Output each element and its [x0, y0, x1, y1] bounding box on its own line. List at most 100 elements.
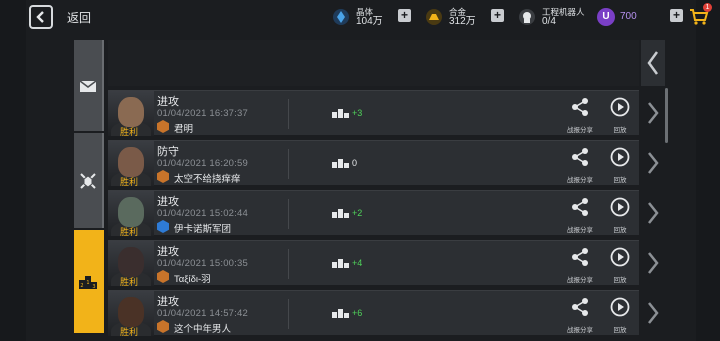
share-label: 战报分享	[567, 277, 593, 284]
share-label: 战报分享	[567, 127, 593, 134]
chevron-right-icon	[648, 151, 659, 174]
tab-mail[interactable]	[74, 40, 104, 131]
list-item[interactable]: 胜利 防守 01/04/2021 16:20:59 太空不给挠痒痒 0 战报分享…	[108, 140, 639, 186]
play-icon	[610, 247, 630, 267]
replay-label: 回放	[613, 227, 627, 234]
replay-button[interactable]: 回放	[603, 247, 637, 284]
crystal-value: 104万	[356, 16, 383, 27]
blue-rank-icon	[157, 220, 169, 233]
replay-button[interactable]: 回放	[603, 97, 637, 134]
result-label: 胜利	[120, 127, 139, 136]
avatar[interactable]: 胜利	[108, 141, 154, 186]
play-icon	[610, 297, 630, 317]
share-label: 战报分享	[567, 177, 593, 184]
share-label: 战报分享	[567, 327, 593, 334]
share-button[interactable]: 战报分享	[563, 247, 597, 284]
cart-badge: 1	[703, 3, 712, 12]
divider	[288, 149, 289, 179]
battle-crest-icon	[80, 172, 96, 189]
podium-icon	[332, 209, 349, 218]
alloy-icon	[424, 7, 444, 27]
podium-icon	[332, 159, 349, 168]
alloy-resource: 合金 312万	[424, 4, 476, 30]
divider	[288, 99, 289, 129]
share-icon	[572, 148, 588, 166]
chevron-left-icon	[36, 11, 44, 23]
result-label: 胜利	[120, 177, 139, 186]
list-item[interactable]: 胜利 进攻 01/04/2021 16:37:37 君明 +3 战报分享 回放	[108, 90, 639, 136]
share-button[interactable]: 战报分享	[563, 147, 597, 184]
bronze-rank-icon	[157, 170, 169, 183]
avatar[interactable]: 胜利	[108, 291, 154, 336]
rank-delta: +2	[352, 208, 363, 218]
replay-label: 回放	[613, 277, 627, 284]
row-expand-button[interactable]	[641, 90, 665, 135]
share-icon	[572, 298, 588, 316]
share-icon	[572, 98, 588, 116]
share-icon	[572, 248, 588, 266]
chevron-right-icon	[648, 101, 659, 124]
add-premium-button[interactable]: +	[670, 9, 683, 22]
rank-delta: +4	[352, 258, 363, 268]
scrollbar[interactable]	[665, 88, 668, 143]
row-expand-button[interactable]	[641, 140, 665, 185]
play-icon	[610, 197, 630, 217]
podium-icon: 2 13	[79, 275, 97, 290]
battle-time: 01/04/2021 14:57:42	[157, 308, 248, 319]
list-item[interactable]: 胜利 进攻 01/04/2021 14:57:42 这个中年男人 +6 战报分享…	[108, 290, 639, 336]
alloy-value: 312万	[449, 16, 476, 27]
play-icon	[610, 147, 630, 167]
battle-type: 防守	[157, 146, 179, 158]
top-bar: 返回 晶体 104万 + 合金 312万 + 工程机器人 0/4 U 700 + 1	[0, 0, 720, 33]
battle-type: 进攻	[157, 196, 179, 208]
robot-value: 0/4	[542, 16, 556, 27]
list-header-strip	[108, 40, 639, 86]
battle-time: 01/04/2021 16:37:37	[157, 108, 248, 119]
battle-time: 01/04/2021 15:00:35	[157, 258, 248, 269]
share-icon	[572, 198, 588, 216]
robot-icon	[517, 7, 537, 27]
add-alloy-button[interactable]: +	[491, 9, 504, 22]
list-item[interactable]: 胜利 进攻 01/04/2021 15:02:44 伊卡诺斯军团 +2 战报分享…	[108, 190, 639, 236]
share-button[interactable]: 战报分享	[563, 197, 597, 234]
battle-type: 进攻	[157, 246, 179, 258]
mail-icon	[79, 79, 97, 92]
tab-battle[interactable]	[74, 133, 104, 228]
rank-delta: +6	[352, 308, 363, 318]
row-expand-button[interactable]	[641, 290, 665, 335]
premium-coin-icon: U	[597, 8, 615, 26]
add-crystal-button[interactable]: +	[398, 9, 411, 22]
avatar[interactable]: 胜利	[108, 191, 154, 236]
opponent-name: 太空不给挠痒痒	[174, 174, 241, 185]
chevron-left-icon	[647, 51, 659, 75]
back-label[interactable]: 返回	[67, 9, 91, 26]
replay-button[interactable]: 回放	[603, 197, 637, 234]
back-button[interactable]	[29, 5, 53, 29]
replay-button[interactable]: 回放	[603, 147, 637, 184]
replay-label: 回放	[613, 327, 627, 334]
avatar[interactable]: 胜利	[108, 91, 154, 136]
list-item[interactable]: 胜利 进攻 01/04/2021 15:00:35 Ταξίδι-羽 +4 战报…	[108, 240, 639, 286]
battle-time: 01/04/2021 16:20:59	[157, 158, 248, 169]
result-label: 胜利	[120, 277, 139, 286]
share-button[interactable]: 战报分享	[563, 297, 597, 334]
opponent-name: 君明	[174, 124, 194, 135]
replay-label: 回放	[613, 177, 627, 184]
crystal-icon	[331, 7, 351, 27]
podium-icon	[332, 109, 349, 118]
podium-icon	[332, 259, 349, 268]
bronze-rank-icon	[157, 320, 169, 333]
opponent-name: Ταξίδι-羽	[174, 274, 211, 285]
row-expand-button[interactable]	[641, 190, 665, 235]
replay-button[interactable]: 回放	[603, 297, 637, 334]
row-expand-button[interactable]	[641, 240, 665, 285]
robot-resource: 工程机器人 0/4	[517, 4, 585, 30]
battle-type: 进攻	[157, 96, 179, 108]
chevron-right-icon	[648, 301, 659, 324]
share-button[interactable]: 战报分享	[563, 97, 597, 134]
collapse-button[interactable]	[641, 40, 665, 86]
avatar[interactable]: 胜利	[108, 241, 154, 286]
play-icon	[610, 97, 630, 117]
tab-rankings[interactable]: 213	[74, 230, 104, 333]
opponent-name: 这个中年男人	[174, 324, 232, 335]
